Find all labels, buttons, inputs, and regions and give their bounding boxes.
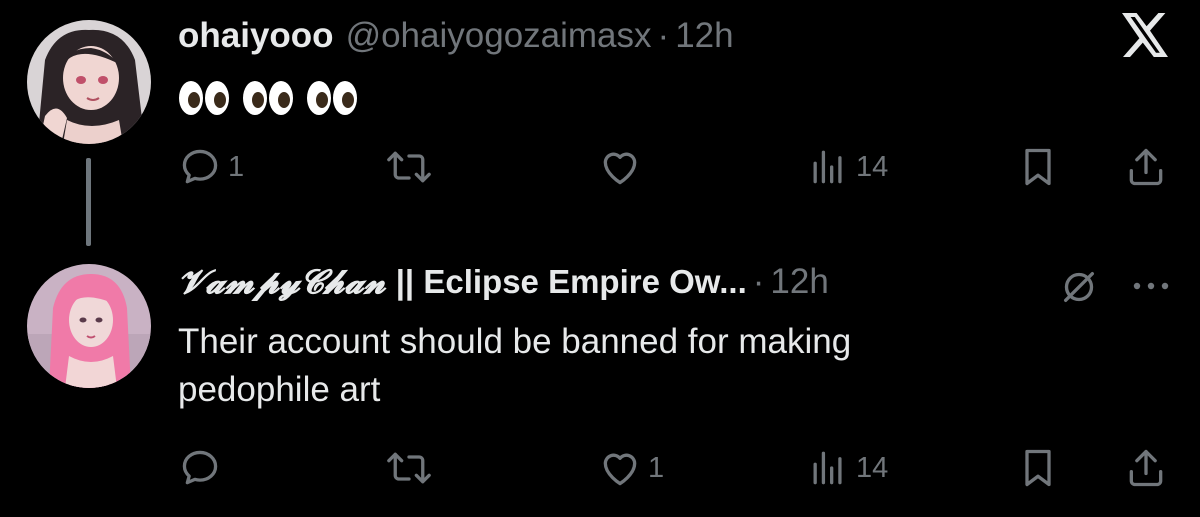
tweet-actions: 1 14 xyxy=(0,446,1200,496)
separator-dot: · xyxy=(752,262,765,301)
retweet-icon xyxy=(387,452,431,484)
more-options-icon[interactable] xyxy=(1128,268,1174,304)
eyes-emoji xyxy=(243,81,293,115)
views-count: 14 xyxy=(856,150,889,183)
analytics-icon xyxy=(813,451,842,485)
reply-button[interactable]: 1 xyxy=(178,145,244,189)
like-button[interactable]: 1 xyxy=(598,446,664,490)
like-button[interactable] xyxy=(598,145,648,189)
avatar[interactable] xyxy=(27,264,151,388)
retweet-button[interactable] xyxy=(386,145,438,189)
retweet-button[interactable] xyxy=(386,446,438,490)
share-icon xyxy=(1129,148,1163,186)
tweet-2[interactable]: 𝓥𝓪𝓶𝓹𝔂𝓒𝓱𝓪𝓷 || Eclipse Empire Ow... · 12h … xyxy=(0,246,1200,517)
tweet-content: Their account should be banned for makin… xyxy=(178,318,851,414)
heart-icon xyxy=(603,152,637,185)
views-button[interactable]: 14 xyxy=(806,446,888,490)
bookmark-icon xyxy=(1025,148,1051,186)
reply-button[interactable] xyxy=(178,446,228,490)
reply-count: 1 xyxy=(228,150,245,183)
avatar[interactable] xyxy=(27,20,151,144)
thread-connector-line xyxy=(86,158,91,246)
grok-icon[interactable] xyxy=(1056,266,1102,308)
reply-icon xyxy=(182,149,218,184)
bookmark-button[interactable] xyxy=(1016,446,1060,490)
share-icon xyxy=(1129,449,1163,487)
share-button[interactable] xyxy=(1124,446,1168,490)
eyes-emoji xyxy=(179,81,229,115)
reply-icon xyxy=(182,450,218,485)
share-button[interactable] xyxy=(1124,145,1168,189)
analytics-icon xyxy=(813,150,842,184)
user-handle[interactable]: @ohaiyogozaimasx xyxy=(346,16,652,56)
display-name-suffix[interactable]: || Eclipse Empire Ow... xyxy=(396,263,747,301)
like-count: 1 xyxy=(648,451,665,484)
heart-icon xyxy=(603,453,637,486)
tweet-text-line: pedophile art xyxy=(178,370,381,409)
eyes-emoji xyxy=(307,81,357,115)
tweet-header: ohaiyooo @ohaiyogozaimasx · 12h xyxy=(178,16,734,56)
tweet-header: 𝓥𝓪𝓶𝓹𝔂𝓒𝓱𝓪𝓷 || Eclipse Empire Ow... · 12h xyxy=(178,262,829,302)
display-name[interactable]: ohaiyooo xyxy=(178,16,334,56)
timestamp[interactable]: 12h xyxy=(770,262,828,302)
separator-dot: · xyxy=(657,16,670,55)
tweet-text-line: Their account should be banned for makin… xyxy=(178,322,852,361)
tweet-actions: 1 14 xyxy=(0,145,1200,195)
views-button[interactable]: 14 xyxy=(806,145,888,189)
retweet-icon xyxy=(387,151,431,183)
display-name[interactable]: 𝓥𝓪𝓶𝓹𝔂𝓒𝓱𝓪𝓷 xyxy=(178,262,386,302)
tweet-1[interactable]: ohaiyooo @ohaiyogozaimasx · 12h 1 14 xyxy=(0,0,1200,246)
views-count: 14 xyxy=(856,451,889,484)
timestamp[interactable]: 12h xyxy=(675,16,733,56)
tweet-content xyxy=(178,80,358,116)
bookmark-icon xyxy=(1025,449,1051,487)
bookmark-button[interactable] xyxy=(1016,145,1060,189)
